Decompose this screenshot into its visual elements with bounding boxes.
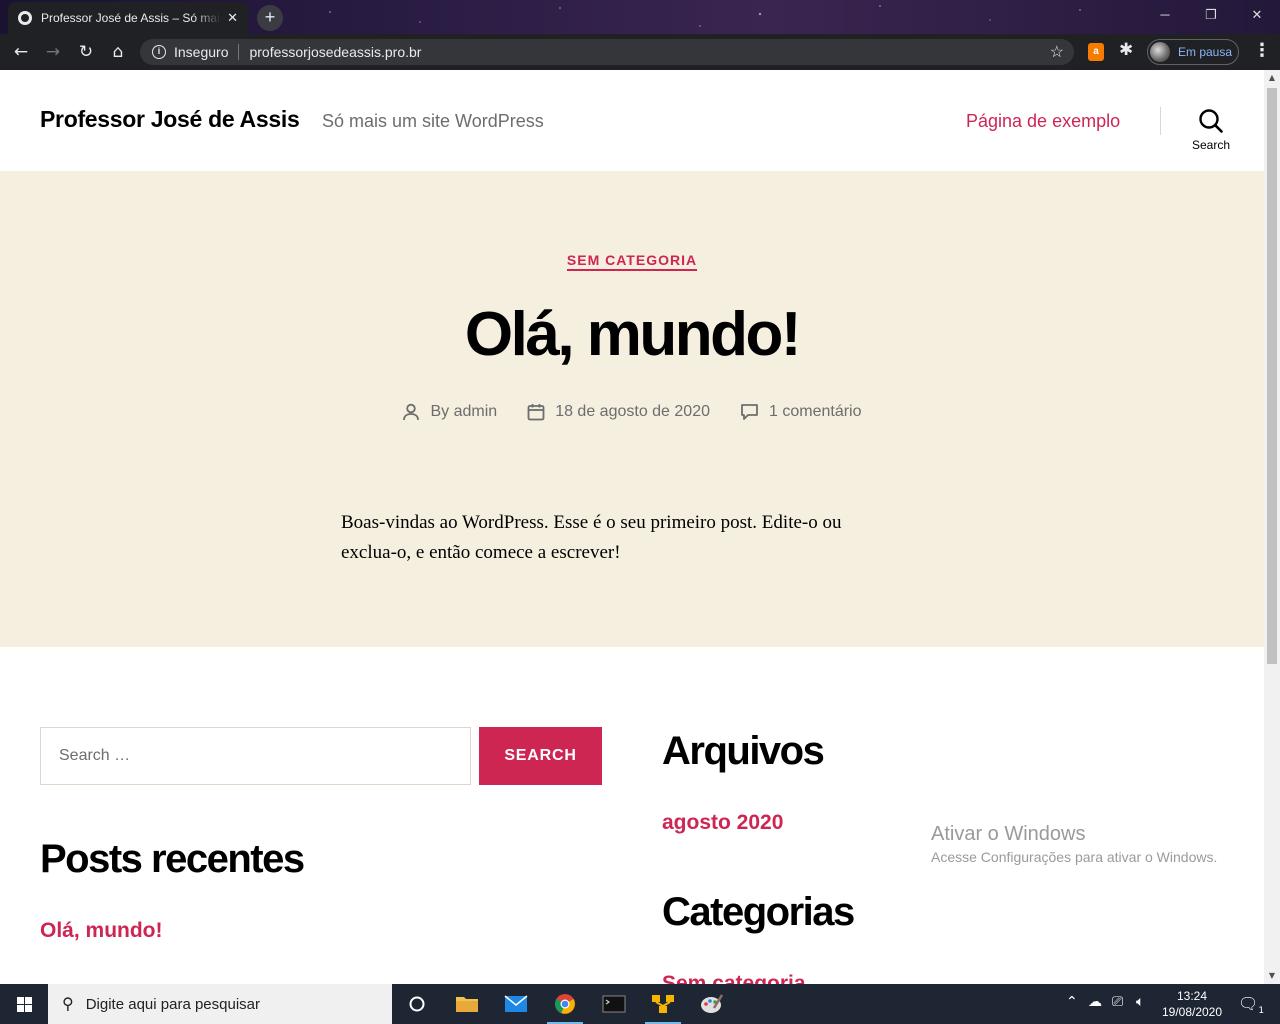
notification-count: 1: [1258, 1006, 1265, 1017]
task-view-icon[interactable]: [393, 984, 441, 1024]
volume-icon[interactable]: 🔈︎: [1136, 994, 1144, 1010]
post-title[interactable]: Olá, mundo!: [0, 299, 1264, 370]
recent-posts-heading: Posts recentes: [40, 837, 305, 881]
comment-icon: [741, 404, 758, 420]
bookmark-star-icon[interactable]: ☆: [1050, 42, 1064, 62]
terminal-icon[interactable]: [590, 984, 638, 1024]
browser-menu-icon[interactable]: ⋮: [1253, 40, 1271, 61]
network-icon[interactable]: ⎚: [1112, 994, 1123, 1010]
windows-logo-icon: [17, 997, 32, 1012]
back-arrow-icon[interactable]: ←: [9, 40, 33, 64]
clock-time: 13:24: [1176, 989, 1208, 1003]
magnifier-icon: ⚲: [62, 996, 74, 1013]
notification-center-icon[interactable]: 🗨︎1: [1238, 994, 1264, 1016]
new-tab-button[interactable]: +: [257, 5, 283, 31]
globe-icon: [18, 11, 32, 25]
post-date[interactable]: 18 de agosto de 2020: [555, 403, 710, 421]
footer-widgets: Search … SEARCH Posts recentes Olá, mund…: [0, 647, 1264, 984]
site-title[interactable]: Professor José de Assis: [40, 106, 300, 133]
chrome-icon[interactable]: [541, 984, 589, 1024]
nav-link-sample-page[interactable]: Página de exemplo: [966, 111, 1120, 132]
paint-icon[interactable]: [688, 984, 736, 1024]
security-label[interactable]: Inseguro: [174, 44, 228, 60]
info-icon[interactable]: i: [152, 45, 166, 59]
network-tool-icon[interactable]: [639, 984, 687, 1024]
shopping-extension-icon[interactable]: a: [1088, 43, 1104, 61]
address-bar[interactable]: i Inseguro professorjosedeassis.pro.br ☆: [140, 39, 1074, 65]
category-link[interactable]: Sem categoria: [662, 972, 806, 984]
profile-status: Em pausa: [1178, 45, 1233, 59]
search-label: Search: [1191, 138, 1231, 152]
nav-divider: [1160, 107, 1161, 135]
browser-toolbar: ← → ↻ ⌂ i Inseguro professorjosedeassis.…: [0, 34, 1280, 70]
show-hidden-icons-chevron-icon[interactable]: ⌃: [1066, 994, 1078, 1010]
scroll-down-arrow-icon[interactable]: ▼: [1264, 968, 1280, 984]
activation-watermark-title: Ativar o Windows: [931, 823, 1086, 845]
search-submit-button[interactable]: SEARCH: [479, 727, 602, 785]
forward-arrow-icon[interactable]: →: [41, 40, 65, 64]
post-excerpt: Boas-vindas ao WordPress. Esse é o seu p…: [341, 512, 842, 563]
screen: Professor José de Assis – Só mais um sit…: [0, 0, 1280, 1024]
home-icon[interactable]: ⌂: [106, 40, 130, 64]
search-icon: [1199, 109, 1223, 133]
recent-post-link[interactable]: Olá, mundo!: [40, 919, 163, 943]
page-scrollbar[interactable]: ▲ ▼: [1264, 70, 1280, 984]
clock-date: 19/08/2020: [1161, 1005, 1223, 1019]
profile-button[interactable]: Em pausa: [1147, 39, 1239, 65]
archive-link[interactable]: agosto 2020: [662, 811, 783, 835]
header-search-button[interactable]: Search: [1185, 108, 1237, 158]
file-explorer-icon[interactable]: [443, 984, 491, 1024]
taskbar-search-placeholder: Digite aqui para pesquisar: [85, 995, 260, 1013]
avatar: [1150, 42, 1170, 62]
scrollbar-thumb[interactable]: [1267, 88, 1277, 664]
activation-watermark-text: Acesse Configurações para ativar o Windo…: [931, 849, 1218, 865]
scroll-up-arrow-icon[interactable]: ▲: [1264, 70, 1280, 86]
post-meta: By admin 18 de agosto de 2020 1 comentár…: [0, 403, 1264, 421]
browser-tab[interactable]: Professor José de Assis – Só mais um sit…: [8, 2, 248, 34]
categories-heading: Categorias: [662, 890, 855, 934]
extensions-puzzle-icon[interactable]: ✱: [1119, 40, 1133, 60]
url-text[interactable]: professorjosedeassis.pro.br: [249, 44, 421, 60]
calendar-icon: [527, 404, 545, 421]
archives-heading: Arquivos: [662, 729, 825, 773]
taskbar-search-box[interactable]: ⚲ Digite aqui para pesquisar: [48, 984, 392, 1024]
reload-icon[interactable]: ↻: [74, 40, 98, 64]
close-window-button[interactable]: ✕: [1234, 0, 1280, 30]
start-button[interactable]: [0, 984, 48, 1024]
web-page: Professor José de Assis Só mais um site …: [0, 70, 1264, 984]
post-category-link[interactable]: SEM CATEGORIA: [566, 252, 698, 271]
user-icon: [403, 403, 420, 421]
onedrive-cloud-icon[interactable]: ☁: [1088, 994, 1102, 1010]
site-header: Professor José de Assis Só mais um site …: [0, 70, 1264, 171]
browser-tab-strip: Professor José de Assis – Só mais um sit…: [0, 0, 1280, 34]
post-author[interactable]: By admin: [430, 403, 497, 421]
post-comments-link[interactable]: 1 comentário: [769, 403, 862, 421]
taskbar-clock[interactable]: 13:24 19/08/2020: [1160, 988, 1224, 1020]
minimize-button[interactable]: ─: [1142, 0, 1188, 30]
search-input[interactable]: Search …: [40, 727, 471, 785]
restore-button[interactable]: ❐: [1188, 0, 1234, 30]
mail-icon[interactable]: [492, 984, 540, 1024]
site-tagline: Só mais um site WordPress: [322, 111, 544, 131]
post-hero: SEM CATEGORIA Olá, mundo! By admin 18 de…: [0, 171, 1264, 647]
tab-close-icon[interactable]: ✕: [227, 10, 238, 26]
taskbar: ⚲ Digite aqui para pesquisar ⌃ ☁ ⎚ 🔈︎ 13…: [0, 984, 1280, 1024]
tab-title: Professor José de Assis – Só mais um sit…: [41, 11, 221, 25]
